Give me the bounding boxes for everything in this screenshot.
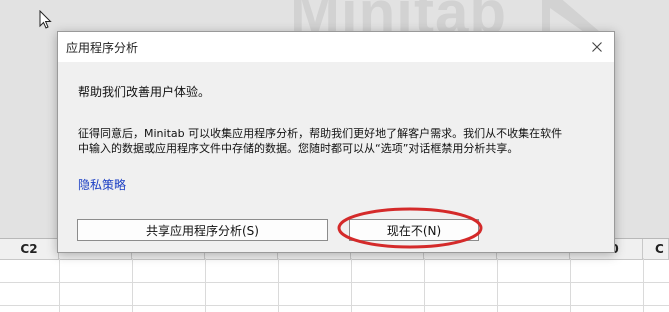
privacy-policy-link[interactable]: 隐私策略 xyxy=(78,176,126,193)
column-divider xyxy=(351,258,352,312)
share-analytics-button[interactable]: 共享应用程序分析(S) xyxy=(77,219,328,241)
row-divider xyxy=(0,305,669,306)
row-divider xyxy=(0,282,669,283)
dialog-titlebar[interactable]: 应用程序分析 xyxy=(58,32,614,62)
app-analytics-dialog: 应用程序分析 帮助我们改善用户体验。 征得同意后，Minitab 可以收集应用程… xyxy=(57,31,615,253)
dialog-title: 应用程序分析 xyxy=(66,41,139,55)
mouse-pointer-icon xyxy=(39,10,52,29)
consent-description-line-2: 中输入的数据或应用程序文件中存储的数据。您随时都可以从“选项”对话框禁用分析共享… xyxy=(78,142,519,155)
column-divider xyxy=(278,258,279,312)
close-icon xyxy=(592,42,602,52)
column-header-c2[interactable]: C2 xyxy=(0,239,59,259)
consent-description-line-1: 征得同意后，Minitab 可以收集应用程序分析，帮助我们更好地了解客户需求。我… xyxy=(78,127,563,140)
column-divider xyxy=(643,258,644,312)
column-divider xyxy=(132,258,133,312)
column-divider xyxy=(570,258,571,312)
column-divider xyxy=(59,258,60,312)
not-now-button[interactable]: 现在不(N) xyxy=(349,219,479,241)
minitab-arrow-logo xyxy=(542,0,600,32)
column-divider xyxy=(205,258,206,312)
intro-text: 帮助我们改善用户体验。 xyxy=(78,85,211,99)
close-button[interactable] xyxy=(586,37,608,57)
column-divider xyxy=(424,258,425,312)
column-divider xyxy=(497,258,498,312)
column-header-partial[interactable]: C xyxy=(643,239,669,259)
consent-description: 征得同意后，Minitab 可以收集应用程序分析，帮助我们更好地了解客户需求。我… xyxy=(78,126,598,156)
